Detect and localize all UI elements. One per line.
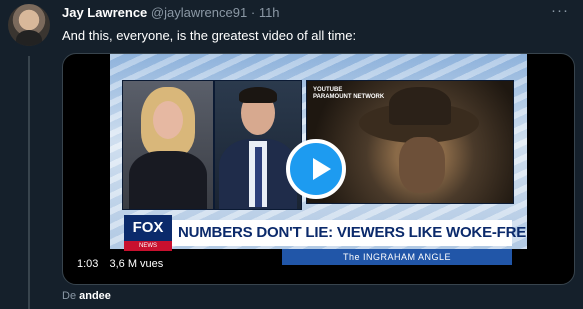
clip-source-label: YOUTUBE PARAMOUNT NETWORK (313, 87, 385, 100)
author-name[interactable]: Jay Lawrence (62, 5, 147, 20)
meta-separator: · (250, 5, 256, 20)
network-logo-sub: NEWS (124, 241, 172, 251)
video-duration: 1:03 (77, 258, 99, 270)
tweet-header: Jay Lawrence @jaylawrence91 · 11h (62, 5, 280, 21)
video-info-badge: 1:03 3,6 M vues (71, 254, 170, 274)
guest-panel (214, 80, 302, 210)
tweet-time[interactable]: 11h (259, 5, 280, 20)
attribution: De andee (62, 289, 111, 303)
video-views: 3,6 M vues (109, 258, 164, 270)
thread-line (28, 56, 30, 309)
author-handle[interactable]: @jaylawrence91 (151, 5, 247, 20)
more-horizontal-icon[interactable]: ··· (551, 2, 569, 19)
avatar[interactable] (8, 4, 50, 46)
attribution-user[interactable]: andee (79, 290, 111, 302)
video-player[interactable]: YOUTUBE PARAMOUNT NETWORK FOX NEWS NUMBE… (62, 53, 575, 285)
show-bar: The INGRAHAM ANGLE (282, 249, 512, 265)
attribution-prefix: De (62, 290, 77, 302)
network-logo: FOX NEWS (124, 215, 172, 251)
headline-text: NUMBERS DON'T LIE: VIEWERS LIKE WOKE-FRE… (178, 224, 527, 241)
headline-bar: NUMBERS DON'T LIE: VIEWERS LIKE WOKE-FRE… (172, 220, 527, 246)
host-panel (122, 80, 214, 210)
show-name: The INGRAHAM ANGLE (342, 252, 452, 262)
play-icon[interactable] (286, 139, 346, 199)
network-logo-text: FOX (124, 215, 172, 241)
tweet-text: And this, everyone, is the greatest vide… (62, 28, 357, 43)
